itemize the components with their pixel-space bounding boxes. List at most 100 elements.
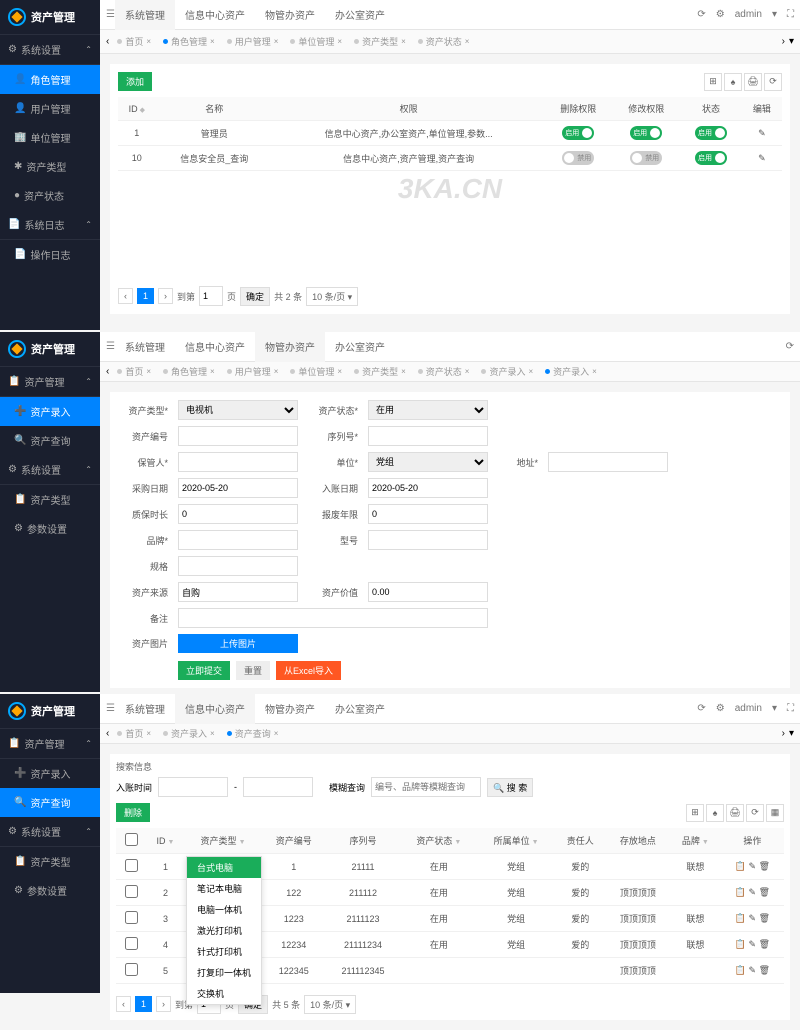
submit-button[interactable]: 立即提交: [178, 661, 230, 680]
col-header[interactable]: ID▼: [147, 828, 185, 854]
tab[interactable]: 资产类型×: [350, 362, 410, 381]
topnav-item[interactable]: 办公室资产: [325, 693, 395, 724]
edit-icon[interactable]: ✎: [749, 965, 757, 975]
close-icon[interactable]: ×: [465, 37, 470, 46]
tab[interactable]: 资产类型×: [350, 32, 410, 51]
tab[interactable]: 单位管理×: [286, 362, 346, 381]
asset-status-select[interactable]: 在用: [368, 400, 488, 420]
menu-item[interactable]: 👤用户管理: [0, 94, 100, 123]
col-header[interactable]: 编辑: [742, 97, 782, 121]
unit-select[interactable]: 党组: [368, 452, 488, 472]
close-icon[interactable]: ×: [465, 367, 470, 376]
close-icon[interactable]: ×: [401, 37, 406, 46]
date-from-input[interactable]: [158, 777, 228, 797]
asset-type-select[interactable]: 电视机: [178, 400, 298, 420]
fullscreen-icon[interactable]: ⛶: [787, 9, 794, 20]
close-icon[interactable]: ×: [274, 37, 279, 46]
menu-item[interactable]: ●资产状态: [0, 181, 100, 210]
edit-icon[interactable]: ✎: [758, 128, 766, 138]
tab-next-icon[interactable]: ›: [782, 36, 785, 47]
user-label[interactable]: admin: [735, 9, 762, 20]
page-1[interactable]: 1: [135, 996, 152, 1012]
reset-button[interactable]: 重置: [236, 661, 270, 680]
edit-icon[interactable]: ✎: [749, 913, 757, 923]
export-icon[interactable]: ♠: [724, 73, 742, 91]
topnav-item[interactable]: 物管办资产: [255, 693, 325, 724]
upload-button[interactable]: 上传图片: [178, 634, 298, 653]
delete-icon[interactable]: 🗑: [759, 913, 770, 923]
filter-icon[interactable]: ▼: [532, 839, 539, 846]
refresh-icon[interactable]: ⟳: [764, 73, 782, 91]
tab[interactable]: 资产录入×: [477, 362, 537, 381]
toggle[interactable]: 禁用: [630, 151, 662, 165]
refresh-icon[interactable]: ⟳: [697, 703, 705, 714]
menu-group[interactable]: 📄系统日志⌃: [0, 210, 100, 240]
col-header[interactable]: ID◆: [118, 97, 156, 121]
per-page-select[interactable]: 10 条/页 ▾: [304, 995, 356, 1014]
view-icon[interactable]: 📋: [735, 965, 746, 975]
select-all-checkbox[interactable]: [125, 833, 138, 846]
row-checkbox[interactable]: [125, 911, 138, 924]
toggle[interactable]: 启用: [695, 151, 727, 165]
delete-icon[interactable]: 🗑: [759, 887, 770, 897]
topnav-item[interactable]: 信息中心资产: [175, 693, 255, 724]
fullscreen-icon[interactable]: ⛶: [787, 703, 794, 714]
dropdown-item[interactable]: 交换机: [187, 983, 261, 1004]
close-icon[interactable]: ×: [528, 367, 533, 376]
close-icon[interactable]: ×: [337, 367, 342, 376]
dropdown-item[interactable]: 激光打印机: [187, 920, 261, 941]
tab-next-icon[interactable]: ›: [782, 728, 785, 739]
dropdown-item[interactable]: 打复印一体机: [187, 962, 261, 983]
serial-input[interactable]: [368, 426, 488, 446]
row-checkbox[interactable]: [125, 937, 138, 950]
dropdown-item[interactable]: 电脑一体机: [187, 899, 261, 920]
tab-prev-icon[interactable]: ‹: [106, 36, 109, 47]
row-checkbox[interactable]: [125, 859, 138, 872]
tab[interactable]: 用户管理×: [223, 362, 283, 381]
tab-prev-icon[interactable]: ‹: [106, 728, 109, 739]
delete-icon[interactable]: 🗑: [759, 861, 770, 871]
tab[interactable]: 用户管理×: [223, 32, 283, 51]
topnav-item[interactable]: 信息中心资产: [175, 0, 255, 30]
close-icon[interactable]: ×: [210, 367, 215, 376]
close-icon[interactable]: ×: [592, 367, 597, 376]
page-next[interactable]: ›: [158, 288, 173, 304]
topnav-item[interactable]: 系统管理: [115, 331, 175, 362]
close-icon[interactable]: ×: [146, 729, 151, 738]
menu-item[interactable]: 🔍资产查询: [0, 426, 100, 455]
keeper-input[interactable]: [178, 452, 298, 472]
tab[interactable]: 资产状态×: [414, 32, 474, 51]
topnav-item[interactable]: 系统管理: [115, 693, 175, 724]
topnav-item[interactable]: 信息中心资产: [175, 331, 255, 362]
menu-group[interactable]: ⚙系统设置⌃: [0, 35, 100, 65]
menu-item[interactable]: ⚙参数设置: [0, 514, 100, 543]
col-header[interactable]: 责任人: [555, 828, 606, 854]
menu-item[interactable]: 📋资产类型: [0, 485, 100, 514]
tab[interactable]: 单位管理×: [286, 32, 346, 51]
warranty-input[interactable]: [178, 504, 298, 524]
tab-menu-icon[interactable]: ▾: [789, 36, 794, 47]
filter-icon[interactable]: ▼: [454, 839, 461, 846]
toggle[interactable]: 启用: [562, 126, 594, 140]
gear-icon[interactable]: ⚙: [716, 9, 725, 20]
col-header[interactable]: 序列号: [326, 828, 400, 854]
asset-no-input[interactable]: [178, 426, 298, 446]
refresh-icon[interactable]: ⟳: [697, 9, 705, 20]
tab[interactable]: 资产录入×: [159, 724, 219, 743]
menu-item[interactable]: ➕资产录入: [0, 759, 100, 788]
col-header[interactable]: 资产状态▼: [400, 828, 477, 854]
menu-item[interactable]: 📋资产类型: [0, 847, 100, 876]
value-input[interactable]: [368, 582, 488, 602]
col-header[interactable]: 操作: [721, 828, 784, 854]
spec-input[interactable]: [178, 556, 298, 576]
in-date-input[interactable]: [368, 478, 488, 498]
chevron-down-icon[interactable]: ▾: [772, 9, 777, 20]
menu-item[interactable]: ➕资产录入: [0, 397, 100, 426]
delete-button[interactable]: 删除: [116, 803, 150, 822]
view-icon[interactable]: 📋: [735, 913, 746, 923]
tab-prev-icon[interactable]: ‹: [106, 366, 109, 377]
scrap-input[interactable]: [368, 504, 488, 524]
per-page-select[interactable]: 10 条/页 ▾: [306, 287, 358, 306]
col-header[interactable]: [116, 828, 147, 854]
menu-group[interactable]: ⚙系统设置⌃: [0, 817, 100, 847]
